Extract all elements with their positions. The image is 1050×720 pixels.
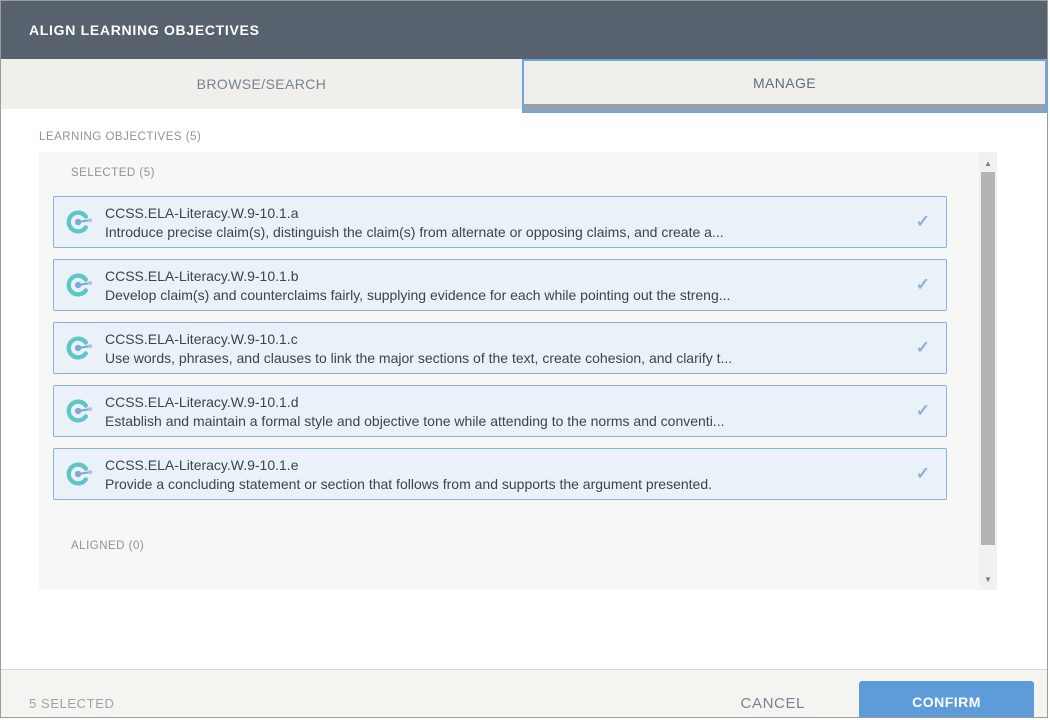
objective-text: CCSS.ELA-Literacy.W.9-10.1.d Establish a… — [105, 392, 906, 431]
objective-description: Use words, phrases, and clauses to link … — [105, 349, 906, 368]
tab-manage-label: MANAGE — [753, 75, 816, 91]
objective-row[interactable]: CCSS.ELA-Literacy.W.9-10.1.e Provide a c… — [53, 448, 947, 500]
objective-description: Develop claim(s) and counterclaims fairl… — [105, 286, 906, 305]
tab-browse-search[interactable]: BROWSE/SEARCH — [1, 59, 522, 109]
scrollbar-thumb[interactable] — [981, 172, 995, 545]
objective-row[interactable]: CCSS.ELA-Literacy.W.9-10.1.b Develop cla… — [53, 259, 947, 311]
selected-check-icon: ✓ — [916, 212, 930, 232]
objective-icon — [65, 396, 95, 426]
confirm-button[interactable]: CONFIRM — [859, 681, 1034, 719]
objective-description: Establish and maintain a formal style an… — [105, 412, 906, 431]
active-tab-indicator — [524, 104, 1045, 111]
tab-manage[interactable]: MANAGE — [522, 59, 1047, 113]
objective-code: CCSS.ELA-Literacy.W.9-10.1.a — [105, 204, 906, 223]
tab-browse-search-label: BROWSE/SEARCH — [197, 76, 327, 92]
objective-code: CCSS.ELA-Literacy.W.9-10.1.b — [105, 267, 906, 286]
dialog-content: LEARNING OBJECTIVES (5) SELECTED (5) — [1, 131, 1047, 669]
objective-row[interactable]: CCSS.ELA-Literacy.W.9-10.1.a Introduce p… — [53, 196, 947, 248]
objective-icon — [65, 333, 95, 363]
selected-check-icon: ✓ — [916, 275, 930, 295]
selected-check-icon: ✓ — [916, 464, 930, 484]
objective-icon — [65, 270, 95, 300]
objective-icon — [65, 459, 95, 489]
selected-check-icon: ✓ — [916, 338, 930, 358]
objective-row[interactable]: CCSS.ELA-Literacy.W.9-10.1.d Establish a… — [53, 385, 947, 437]
cancel-button[interactable]: CANCEL — [741, 695, 805, 712]
learning-objectives-header: LEARNING OBJECTIVES (5) — [39, 131, 997, 143]
objective-text: CCSS.ELA-Literacy.W.9-10.1.c Use words, … — [105, 329, 906, 368]
objective-code: CCSS.ELA-Literacy.W.9-10.1.d — [105, 393, 906, 412]
objective-code: CCSS.ELA-Literacy.W.9-10.1.e — [105, 456, 906, 475]
panel-scrollbar[interactable]: ▲ ▼ — [979, 152, 997, 590]
align-learning-objectives-dialog: ALIGN LEARNING OBJECTIVES BROWSE/SEARCH … — [0, 0, 1048, 718]
objective-description: Introduce precise claim(s), distinguish … — [105, 223, 906, 242]
tab-bar: BROWSE/SEARCH MANAGE — [1, 59, 1047, 113]
objective-text: CCSS.ELA-Literacy.W.9-10.1.b Develop cla… — [105, 266, 906, 305]
objectives-panel-scroll-area: SELECTED (5) CCSS.ELA-Literacy.W.9-10.1.… — [39, 152, 979, 590]
selected-section-header: SELECTED (5) — [71, 167, 947, 179]
dialog-title: ALIGN LEARNING OBJECTIVES — [29, 22, 260, 38]
objective-code: CCSS.ELA-Literacy.W.9-10.1.c — [105, 330, 906, 349]
objective-icon — [65, 207, 95, 237]
objective-text: CCSS.ELA-Literacy.W.9-10.1.a Introduce p… — [105, 203, 906, 242]
selected-check-icon: ✓ — [916, 401, 930, 421]
dialog-footer: 5 SELECTED CANCEL CONFIRM — [1, 669, 1047, 718]
selected-count-label: 5 SELECTED — [29, 696, 114, 711]
scroll-down-icon[interactable]: ▼ — [979, 568, 997, 590]
aligned-section-header: ALIGNED (0) — [71, 540, 947, 552]
objective-text: CCSS.ELA-Literacy.W.9-10.1.e Provide a c… — [105, 455, 906, 494]
objective-description: Provide a concluding statement or sectio… — [105, 475, 906, 494]
objective-row[interactable]: CCSS.ELA-Literacy.W.9-10.1.c Use words, … — [53, 322, 947, 374]
dialog-header: ALIGN LEARNING OBJECTIVES — [1, 1, 1047, 59]
objectives-panel: SELECTED (5) CCSS.ELA-Literacy.W.9-10.1.… — [39, 152, 997, 590]
scroll-up-icon[interactable]: ▲ — [979, 152, 997, 174]
